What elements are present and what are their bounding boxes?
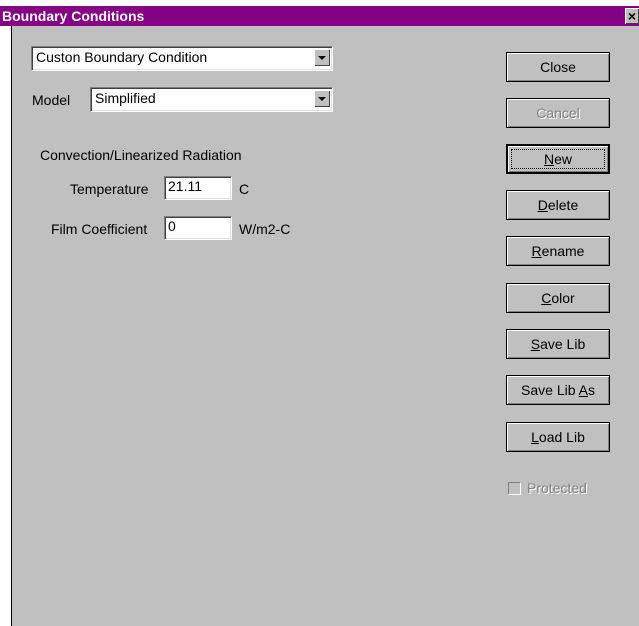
close-button-label: Close <box>540 59 576 75</box>
window-title: Boundary Conditions <box>2 8 145 24</box>
save-lib-as-button-mnemonic: A <box>578 382 588 398</box>
save-lib-as-button[interactable]: Save Lib As <box>506 375 610 405</box>
color-button[interactable]: Color <box>506 283 610 313</box>
close-button[interactable]: Close <box>506 52 610 82</box>
section-heading: Convection/Linearized Radiation <box>40 147 242 163</box>
film-coefficient-field[interactable]: 0 <box>164 216 232 240</box>
cancel-button-label: Cancel <box>536 105 580 121</box>
save-lib-button-mnemonic: S <box>530 336 541 352</box>
model-label: Model <box>32 92 71 108</box>
rename-button[interactable]: Rename <box>506 236 610 266</box>
film-coefficient-value: 0 <box>168 218 176 234</box>
save-lib-button[interactable]: Save Lib <box>506 329 610 359</box>
new-button[interactable]: New <box>506 144 610 174</box>
close-icon: × <box>627 8 637 24</box>
temperature-value: 21.11 <box>168 178 202 194</box>
model-select[interactable]: Simplified <box>90 87 333 112</box>
temperature-unit: C <box>239 181 250 197</box>
delete-button-mnemonic: D <box>537 197 548 213</box>
left-border <box>11 26 12 626</box>
temperature-field[interactable]: 21.11 <box>164 176 232 200</box>
delete-button[interactable]: Delete <box>506 190 610 220</box>
boundary-condition-value: Custon Boundary Condition <box>36 49 208 65</box>
chevron-down-icon[interactable] <box>314 49 330 66</box>
window-close-button[interactable]: × <box>625 8 639 24</box>
focus-rect <box>511 149 605 169</box>
boundary-condition-select[interactable]: Custon Boundary Condition <box>31 46 333 71</box>
chevron-down-icon[interactable] <box>314 90 330 107</box>
left-margin <box>0 0 11 626</box>
film-coefficient-unit: W/m2-C <box>239 221 291 237</box>
color-button-mnemonic: C <box>541 290 552 306</box>
protected-checkbox[interactable] <box>508 482 521 495</box>
boundary-conditions-dialog: Boundary Conditions × Custon Boundary Co… <box>0 0 639 626</box>
load-lib-button[interactable]: Load Lib <box>506 422 610 452</box>
load-lib-button-mnemonic: L <box>531 429 539 445</box>
temperature-label: Temperature <box>70 181 149 197</box>
rename-button-mnemonic: R <box>531 243 542 259</box>
title-bar: Boundary Conditions × <box>0 6 639 26</box>
cancel-button[interactable]: Cancel <box>506 98 610 128</box>
film-coefficient-label: Film Coefficient <box>51 221 148 237</box>
model-value: Simplified <box>95 90 156 106</box>
protected-label: Protected <box>527 480 587 496</box>
